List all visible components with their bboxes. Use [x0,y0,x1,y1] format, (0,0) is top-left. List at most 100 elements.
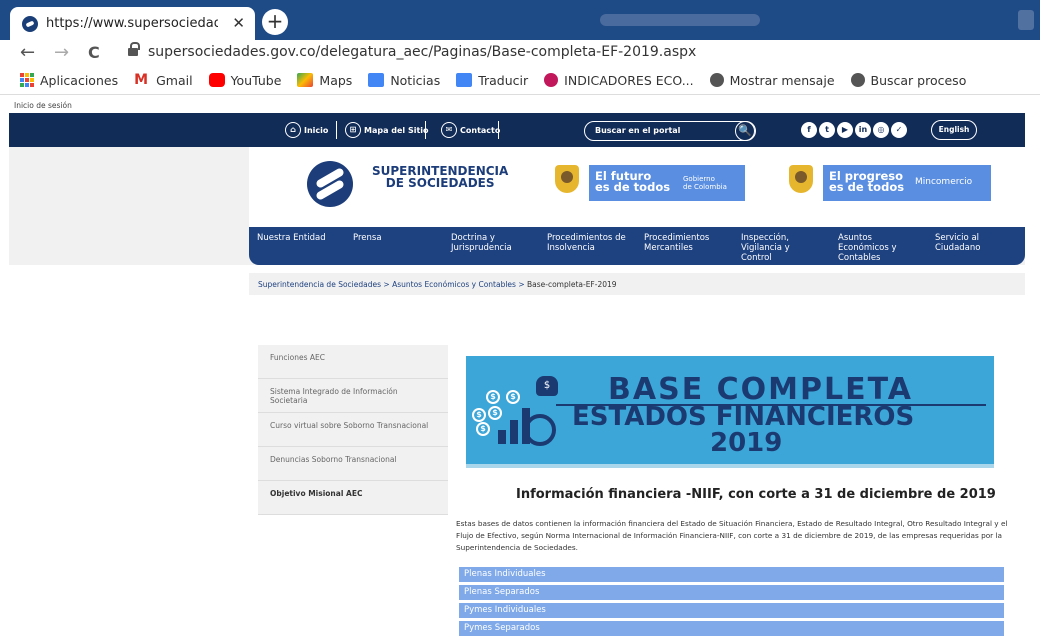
entity-line: Gobierno [683,175,715,183]
nav-label: Asuntos [838,233,872,243]
lock-icon[interactable] [128,42,140,58]
nav-procedimientos-insolvencia[interactable]: Procedimientos de Insolvencia [547,233,626,253]
colombia-shield-icon [555,165,579,193]
site-logo-text[interactable]: SUPERINTENDENCIA DE SOCIEDADES [372,165,508,189]
link-plenas-individuales[interactable]: Plenas Individuales [459,567,1004,582]
nav-label: Ciudadano [935,243,981,253]
blurred-window-control [1018,10,1034,30]
bookmark-buscar-proceso[interactable]: Buscar proceso [850,72,967,88]
youtube-icon [208,73,225,87]
sitemap-icon: ⊞ [345,122,361,138]
nav-procedimientos-mercantiles[interactable]: Procedimientos Mercantiles [644,233,709,253]
bookmark-label: Mostrar mensaje [729,72,835,88]
bookmark-gmail[interactable]: M Gmail [134,73,192,88]
coin-icon: $ [506,390,520,404]
portal-search-input[interactable]: Buscar en el portal 🔍 [584,121,756,141]
nav-label: Control [741,253,772,263]
sidebar-item-objetivo-misional[interactable]: Objetivo Misional AEC [258,481,448,515]
slogan-line: es de todos [595,180,671,194]
supersociedades-logo-icon[interactable] [307,161,353,207]
divider [425,121,426,139]
bookmark-maps[interactable]: Maps [297,73,352,88]
nav-label: Servicio al [935,233,980,243]
nav-label: Económicos y [838,243,897,253]
slogan-line: es de todos [829,180,905,194]
bookmark-indicadores[interactable]: INDICADORES ECO... [544,72,694,88]
hero-title-line3: 2019 [710,428,783,458]
bookmark-youtube[interactable]: YouTube [208,73,281,88]
breadcrumb-link[interactable]: Superintendencia de Sociedades [258,280,381,289]
english-button[interactable]: English [931,120,977,140]
bookmark-label: INDICADORES ECO... [564,72,694,88]
nav-doctrina[interactable]: Doctrina y Jurisprudencia [451,233,512,253]
inicio-label: Inicio [304,125,329,135]
nav-prensa[interactable]: Prensa [353,233,382,243]
mincomercio-banner[interactable]: El progreso es de todos Mincomercio [823,165,991,201]
linkedin-icon[interactable]: in [855,122,871,138]
tab-title: https://www.supersociedades.go [46,16,218,31]
nav-label: Doctrina y [451,233,495,243]
bookmarks-bar: Aplicaciones M Gmail YouTube Maps Notici… [0,66,1040,94]
link-plenas-separados[interactable]: Plenas Separados [459,585,1004,600]
bookmark-mostrar-mensaje[interactable]: Mostrar mensaje [709,72,835,88]
breadcrumb-separator: > [381,280,393,289]
mapa-label: Mapa del Sitio [364,125,429,135]
link-pymes-separados[interactable]: Pymes Separados [459,621,1004,636]
nav-label: Jurisprudencia [451,243,512,253]
entity-line: de Colombia [683,183,727,191]
url-field[interactable]: supersociedades.gov.co/delegatura_aec/Pa… [148,44,696,60]
nav-asuntos-economicos[interactable]: Asuntos Económicos y Contables [838,233,897,263]
reload-button[interactable]: C [88,43,100,62]
verified-icon[interactable]: ✓ [891,122,907,138]
new-tab-button[interactable]: + [262,9,288,35]
coin-icon: $ [486,390,500,404]
contacto-link[interactable]: ✉ Contacto [441,121,500,139]
coin-icon: $ [472,408,486,422]
breadcrumb-separator: > [515,280,527,289]
breadcrumb-link[interactable]: Asuntos Económicos y Contables [392,280,516,289]
maps-icon [297,73,314,87]
site-favicon-icon [22,15,38,32]
browser-tab[interactable]: https://www.supersociedades.go ✕ [10,7,255,40]
sidebar-item-funciones[interactable]: Funciones AEC [258,345,448,379]
sidebar-item-denuncias[interactable]: Denuncias Soborno Transnacional [258,447,448,481]
divider [336,121,337,139]
bookmark-label: Gmail [156,72,193,88]
gobierno-colombia-banner[interactable]: El futuro es de todos Gobierno de Colomb… [589,165,745,201]
nav-label: Nuestra Entidad [257,233,326,243]
login-link[interactable]: Inicio de sesión [14,101,72,110]
nav-servicio-ciudadano[interactable]: Servicio al Ciudadano [935,233,980,253]
banner-entity: Mincomercio [915,177,973,187]
bookmark-apps[interactable]: Aplicaciones [20,73,118,88]
bookmark-label: Buscar proceso [870,72,967,88]
nav-inspeccion[interactable]: Inspección, Vigilancia y Control [741,233,790,263]
banner-entity: Gobierno de Colombia [683,175,727,191]
nav-label: Procedimientos de [547,233,626,243]
youtube-social-icon[interactable]: ▶ [837,122,853,138]
bookmark-label: Traducir [478,72,529,88]
download-links: Plenas Individuales Plenas Separados Pym… [459,567,1004,639]
contacto-label: Contacto [460,125,501,135]
banner-slogan: El progreso es de todos [829,170,905,194]
money-bag-icon: $ [536,376,558,396]
search-icon[interactable]: 🔍 [735,121,755,141]
tab-close-icon[interactable]: ✕ [232,14,245,32]
bookmark-noticias[interactable]: Noticias [368,73,440,88]
back-button[interactable]: ← [20,42,35,63]
apps-grid-icon [20,73,34,87]
nav-nuestra-entidad[interactable]: Nuestra Entidad [257,233,326,243]
mapa-sitio-link[interactable]: ⊞ Mapa del Sitio [345,121,429,139]
home-icon: ⌂ [285,122,301,138]
link-pymes-individuales[interactable]: Pymes Individuales [459,603,1004,618]
coin-icon: $ [476,422,490,436]
facebook-icon[interactable]: f [801,122,817,138]
sidebar-item-sistema-integrado[interactable]: Sistema Integrado de Información Societa… [258,379,448,413]
inicio-link[interactable]: ⌂ Inicio [285,121,328,139]
colombia-shield-icon [789,165,813,193]
forward-button[interactable]: → [54,42,69,63]
nav-label: Prensa [353,233,382,243]
twitter-icon[interactable]: t [819,122,835,138]
sidebar-item-curso-virtual[interactable]: Curso virtual sobre Soborno Transnaciona… [258,413,448,447]
bookmark-traducir[interactable]: Traducir [456,73,528,88]
instagram-icon[interactable]: ◎ [873,122,889,138]
